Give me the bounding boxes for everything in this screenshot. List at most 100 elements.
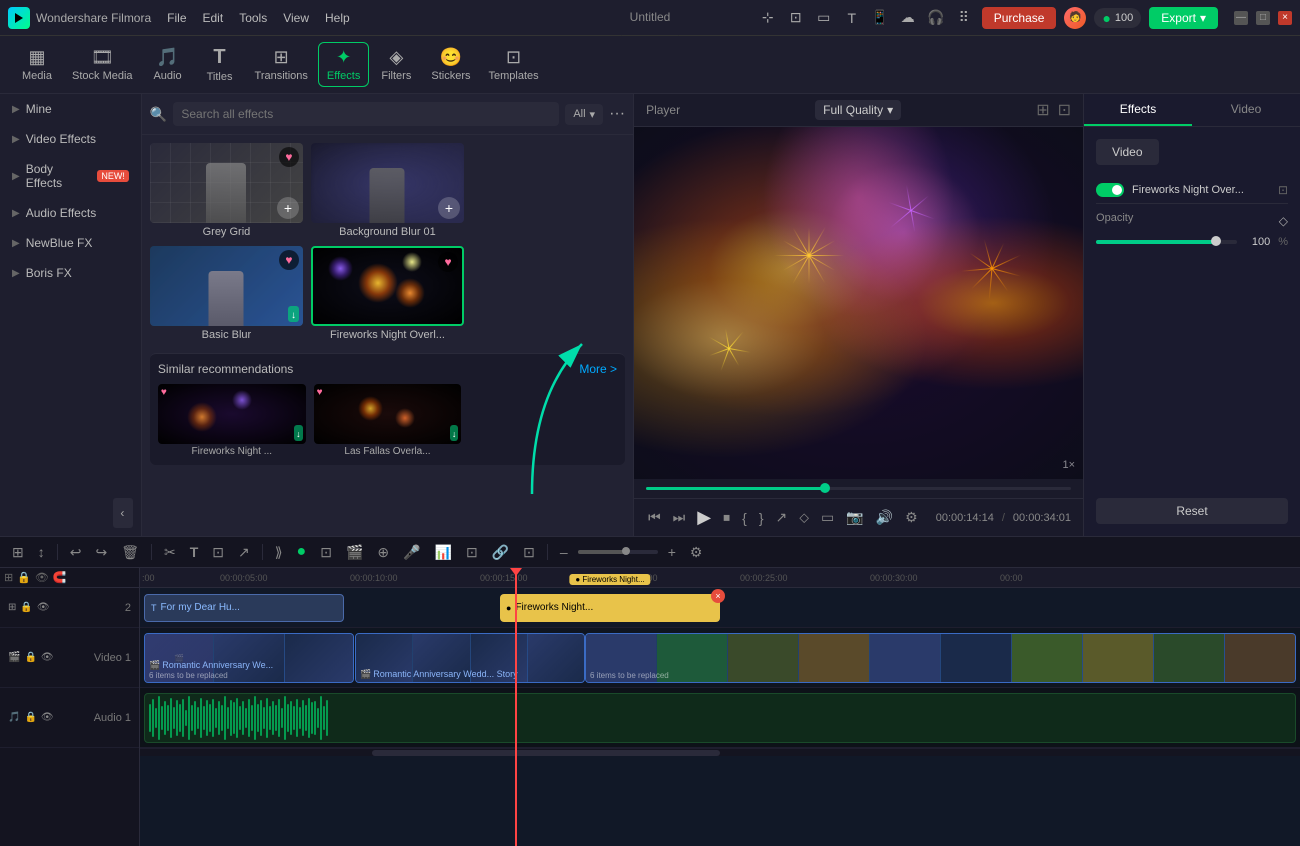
fireworks-clip-close[interactable]: × xyxy=(711,589,725,603)
tl-grid-button[interactable]: ⊞ xyxy=(8,542,28,563)
magnet-icon[interactable]: 🧲 xyxy=(53,571,67,584)
tl-cut-button[interactable]: ✂ xyxy=(160,542,180,563)
tl-clip-button[interactable]: 🎬 xyxy=(342,542,367,563)
monitor-icon[interactable]: ▭ xyxy=(814,8,834,28)
tab-video[interactable]: Video xyxy=(1192,94,1300,126)
tl-edit2-button[interactable]: ⊡ xyxy=(462,542,482,563)
rec-item-las-fallas[interactable]: ♥ ↓ Las Fallas Overla... xyxy=(314,384,462,457)
effect-item-background-blur[interactable]: + Background Blur 01 xyxy=(311,143,464,238)
rec-more-link[interactable]: More > xyxy=(579,362,617,376)
tl-plus-button[interactable]: + xyxy=(664,542,680,562)
tl-link-button[interactable]: ↕ xyxy=(34,542,49,562)
grid-view-icon[interactable]: ⊞ xyxy=(1036,100,1049,120)
headphone-icon[interactable]: 🎧 xyxy=(926,8,946,28)
effect-item-fireworks-night[interactable]: ♥ Fireworks Night Overl... xyxy=(311,246,464,341)
quality-selector[interactable]: Full Quality ▾ xyxy=(815,100,901,120)
effect-item-grey-grid[interactable]: ♥ + Grey Grid xyxy=(150,143,303,238)
menu-view[interactable]: View xyxy=(283,11,309,25)
track-2-eye[interactable]: 👁 xyxy=(37,602,50,613)
toolbar-titles[interactable]: T Titles xyxy=(195,42,245,87)
screen-icon[interactable]: ⊡ xyxy=(786,8,806,28)
progress-bar[interactable] xyxy=(646,487,1071,490)
effect-item-basic-blur[interactable]: ♥ ↓ Basic Blur xyxy=(150,246,303,341)
sidebar-collapse-button[interactable]: ‹ xyxy=(113,498,133,528)
track-2-lock[interactable]: 🔒 xyxy=(20,602,32,613)
video1-lock[interactable]: 🔒 xyxy=(24,652,36,663)
tl-cam-button[interactable]: ⊡ xyxy=(316,542,336,563)
playhead[interactable] xyxy=(515,568,517,846)
tl-rotate-button[interactable]: ↗ xyxy=(234,542,254,563)
tl-options-button[interactable]: ⚙ xyxy=(686,542,707,563)
menu-file[interactable]: File xyxy=(167,11,186,25)
tl-arrow-button[interactable]: ⟫ xyxy=(271,542,287,563)
tl-crop-button[interactable]: ⊡ xyxy=(208,542,228,563)
fullscreen-icon[interactable]: ⊡ xyxy=(1058,100,1071,120)
keyframe-diamond-icon[interactable]: ◇ xyxy=(1279,214,1288,228)
tl-more-button[interactable]: ⊡ xyxy=(519,542,539,563)
maximize-button[interactable]: □ xyxy=(1256,11,1270,25)
minimize-button[interactable]: — xyxy=(1234,11,1248,25)
toolbar-media[interactable]: ▦ Media xyxy=(12,43,62,86)
text-icon[interactable]: T xyxy=(842,8,862,28)
tl-link2-button[interactable]: 🔗 xyxy=(488,542,513,563)
opacity-slider[interactable] xyxy=(1096,240,1237,244)
video-clip-1[interactable]: 🎬 🎬Romantic Anniversary We... xyxy=(144,633,354,683)
tl-mic-button[interactable]: 🎤 xyxy=(399,542,424,563)
audio1-eye[interactable]: 👁 xyxy=(41,712,54,723)
toolbar-transitions[interactable]: ⊞ Transitions xyxy=(247,43,316,86)
purchase-button[interactable]: Purchase xyxy=(982,7,1057,29)
toolbar-templates[interactable]: ⊡ Templates xyxy=(480,43,546,86)
phone-icon[interactable]: 📱 xyxy=(870,8,890,28)
screenshot-button[interactable]: 📷 xyxy=(844,509,865,526)
effect-toggle[interactable] xyxy=(1096,183,1124,197)
step-back-button[interactable]: ⏭ xyxy=(671,509,688,526)
video1-eye[interactable]: 👁 xyxy=(41,652,54,663)
tl-snap-button[interactable]: ⊕ xyxy=(373,542,393,563)
tl-undo-button[interactable]: ↩ xyxy=(66,542,86,563)
audio-button[interactable]: 🔊 xyxy=(874,509,895,526)
skip-back-button[interactable]: ⏮ xyxy=(646,509,663,526)
sidebar-item-video-effects[interactable]: ▶ Video Effects xyxy=(0,124,141,154)
grey-grid-add-button[interactable]: + xyxy=(277,197,299,219)
toolbar-stickers[interactable]: 😊 Stickers xyxy=(423,43,478,86)
timeline-scrollbar[interactable] xyxy=(140,748,1300,756)
settings-button[interactable]: ⚙ xyxy=(903,509,920,526)
menu-edit[interactable]: Edit xyxy=(203,11,224,25)
cloud-icon[interactable]: ☁ xyxy=(898,8,918,28)
video-clip-2[interactable]: 🎬Romantic Anniversary Wedd... Story xyxy=(355,633,585,683)
sidebar-item-mine[interactable]: ▶ Mine xyxy=(0,94,141,124)
share-icon[interactable]: ⊹ xyxy=(758,8,778,28)
tl-redo-button[interactable]: ↪ xyxy=(91,542,111,563)
split-button[interactable]: ⬦ xyxy=(797,509,811,526)
toolbar-stock-media[interactable]: 🎞 Stock Media xyxy=(64,43,141,86)
grid-icon[interactable]: ⠿ xyxy=(954,8,974,28)
audio1-lock[interactable]: 🔒 xyxy=(24,712,36,723)
mark-in-button[interactable]: { xyxy=(740,510,749,526)
tab-effects[interactable]: Effects xyxy=(1084,94,1192,126)
menu-help[interactable]: Help xyxy=(325,11,350,25)
monitor-button[interactable]: ▭ xyxy=(819,509,836,526)
close-button[interactable]: × xyxy=(1278,11,1292,25)
menu-tools[interactable]: Tools xyxy=(239,11,267,25)
video-clip-3[interactable]: 6 items to be replaced xyxy=(585,633,1296,683)
bg-blur-add-button[interactable]: + xyxy=(438,197,460,219)
clip-for-dear[interactable]: T For my Dear Hu... T For my Dear Hu... xyxy=(144,594,344,622)
tl-minus-button[interactable]: – xyxy=(556,542,572,562)
export-button[interactable]: Export ▾ xyxy=(1149,7,1218,29)
sidebar-item-boris-fx[interactable]: ▶ Boris FX xyxy=(0,258,141,288)
search-input[interactable] xyxy=(173,102,559,126)
reset-button[interactable]: Reset xyxy=(1096,498,1288,524)
toolbar-audio[interactable]: 🎵 Audio xyxy=(143,43,193,86)
filter-button[interactable]: All ▾ xyxy=(565,104,603,125)
rec-item-fireworks[interactable]: ♥ ↓ Fireworks Night ... xyxy=(158,384,306,457)
tl-record-button[interactable]: ● xyxy=(293,541,311,563)
clip-fireworks[interactable]: ● Fireworks Night... × ● Fireworks Night… xyxy=(500,594,720,622)
sidebar-item-newblue-fx[interactable]: ▶ NewBlue FX xyxy=(0,228,141,258)
lock-icon[interactable]: 🔒 xyxy=(17,571,31,584)
sidebar-item-audio-effects[interactable]: ▶ Audio Effects xyxy=(0,198,141,228)
tl-chart-button[interactable]: 📊 xyxy=(431,542,456,563)
stop-button[interactable]: ⏹ xyxy=(721,509,732,526)
tl-text-button[interactable]: T xyxy=(186,542,203,562)
eye-icon[interactable]: 👁 xyxy=(35,571,49,584)
extract-button[interactable]: ↗ xyxy=(774,509,790,526)
